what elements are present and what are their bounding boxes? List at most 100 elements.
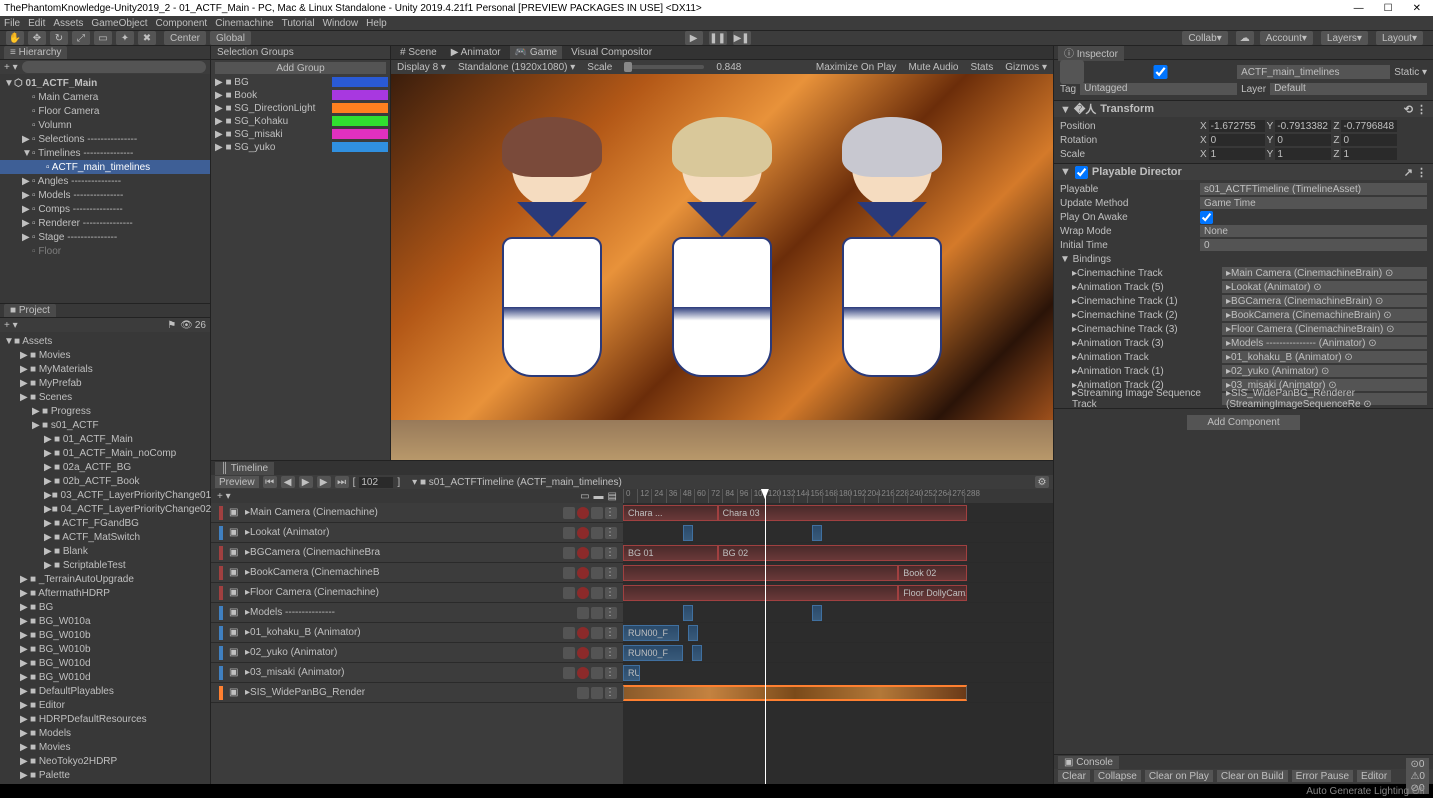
tl-edit-mode-2[interactable]: ▬ (594, 491, 604, 502)
custom-tool[interactable]: ✖ (138, 31, 156, 45)
scene-root[interactable]: ▼⬡ 01_ACTF_Main (0, 76, 210, 90)
timeline-track[interactable]: ▣▸Models ---------------⋮ (211, 603, 623, 623)
project-item[interactable]: ▶■ BG (0, 600, 210, 614)
timeline-track[interactable]: ▣▸Main Camera (Cinemachine)⋮ (211, 503, 623, 523)
director-play-on-awake[interactable] (1200, 211, 1213, 224)
binding-field[interactable]: ▸Models --------------- (Animator) ⊙ (1222, 337, 1427, 349)
menu-tutorial[interactable]: Tutorial (282, 18, 315, 29)
mute-toggle[interactable]: Mute Audio (908, 62, 958, 73)
hierarchy-search[interactable] (22, 61, 206, 73)
binding-field[interactable]: ▸02_yuko (Animator) ⊙ (1222, 365, 1427, 377)
layers-dropdown[interactable]: Layers ▾ (1321, 31, 1368, 45)
project-root[interactable]: ▼■ Assets (0, 334, 210, 348)
timeline-track[interactable]: ▣▸Floor Camera (Cinemachine)⋮ (211, 583, 623, 603)
add-track-button[interactable]: + ▾ (217, 491, 231, 502)
timeline-clip[interactable] (623, 585, 898, 601)
console-error-pause[interactable]: Error Pause (1292, 770, 1353, 782)
timeline-clip[interactable]: RUN00_F (623, 645, 683, 661)
timeline-clip[interactable]: RUN00_F (623, 665, 640, 681)
window-maximize[interactable]: ☐ (1384, 3, 1393, 14)
selection-group-item[interactable]: ▶ ■ BG (211, 76, 390, 89)
timeline-track[interactable]: ▣▸SIS_WidePanBG_Render⋮ (211, 683, 623, 703)
tl-frame-input[interactable] (359, 477, 393, 488)
hand-tool[interactable]: ✋ (6, 31, 24, 45)
project-item[interactable]: ▶■ Progress (0, 404, 210, 418)
project-item[interactable]: ▶■ 01_ACTF_Main_noComp (0, 446, 210, 460)
cloud-icon[interactable]: ☁ (1236, 31, 1254, 45)
timeline-track[interactable]: ▣▸03_misaki (Animator)⋮ (211, 663, 623, 683)
binding-field[interactable]: ▸Lookat (Animator) ⊙ (1222, 281, 1427, 293)
menu-gameobject[interactable]: GameObject (91, 18, 147, 29)
hierarchy-item[interactable]: ▫ Main Camera (0, 90, 210, 104)
timeline-clip[interactable] (683, 605, 693, 621)
project-filter-icon[interactable]: ⚑ (167, 320, 176, 331)
menu-cinemachine[interactable]: Cinemachine (215, 18, 273, 29)
rect-tool[interactable]: ▭ (94, 31, 112, 45)
project-item[interactable]: ▶■ Scenes (0, 390, 210, 404)
tl-edit-mode-3[interactable]: ▤ (608, 491, 617, 502)
binding-field[interactable]: ▸BookCamera (CinemachineBrain) ⊙ (1222, 309, 1427, 321)
hierarchy-item[interactable]: ▶▫ Stage --------------- (0, 230, 210, 244)
project-item[interactable]: ▶■ Models (0, 726, 210, 740)
window-close[interactable]: ✕ (1413, 3, 1421, 14)
timeline-clip[interactable]: BG 01 (623, 545, 718, 561)
timeline-clip[interactable] (683, 525, 693, 541)
timeline-track[interactable]: ▣▸02_yuko (Animator)⋮ (211, 643, 623, 663)
timeline-clip[interactable]: Book 02 (898, 565, 967, 581)
selection-group-item[interactable]: ▶ ■ Book (211, 89, 390, 102)
director-initial-time[interactable]: 0 (1200, 239, 1427, 251)
timeline-clip[interactable] (812, 525, 822, 541)
collab-dropdown[interactable]: Collab ▾ (1182, 31, 1227, 45)
scale-z[interactable] (1341, 148, 1397, 160)
project-item[interactable]: ▶■ Movies (0, 348, 210, 362)
transform-tool[interactable]: ✦ (116, 31, 134, 45)
binding-field[interactable]: ▸BGCamera (CinemachineBrain) ⊙ (1222, 295, 1427, 307)
rotation-y[interactable] (1275, 134, 1331, 146)
timeline-clip[interactable] (812, 605, 822, 621)
project-item[interactable]: ▶■ ACTF_MatSwitch (0, 530, 210, 544)
project-item[interactable]: ▶■ DefaultPlayables (0, 684, 210, 698)
inspector-tab[interactable]: ⓘ Inspector (1058, 46, 1124, 61)
tl-prev[interactable]: ◀ (281, 476, 295, 488)
binding-field[interactable]: ▸Main Camera (CinemachineBrain) ⊙ (1222, 267, 1427, 279)
project-item[interactable]: ▶■ Blank (0, 544, 210, 558)
director-wrap-mode[interactable]: None (1200, 225, 1427, 237)
project-item[interactable]: ▶■ 01_ACTF_Main (0, 432, 210, 446)
tag-dropdown[interactable]: Untagged (1080, 83, 1237, 95)
hierarchy-item[interactable]: ▶▫ Renderer --------------- (0, 216, 210, 230)
console-tab[interactable]: ▣ Console (1058, 756, 1119, 769)
timeline-clip[interactable]: RUN00_F (623, 625, 679, 641)
timeline-clip[interactable]: Chara ... (623, 505, 718, 521)
scale-y[interactable] (1275, 148, 1331, 160)
timeline-clip[interactable]: BG 02 (718, 545, 967, 561)
hierarchy-tab[interactable]: ≡ Hierarchy (4, 46, 67, 59)
hierarchy-item[interactable]: ▫ Volumn (0, 118, 210, 132)
console-clear-on-play[interactable]: Clear on Play (1145, 770, 1213, 782)
hierarchy-item[interactable]: ▶▫ Comps --------------- (0, 202, 210, 216)
project-item[interactable]: ▶■ BG_W010b (0, 628, 210, 642)
project-item[interactable]: ▶■ BG_W010b (0, 642, 210, 656)
hierarchy-item[interactable]: ▶▫ Angles --------------- (0, 174, 210, 188)
project-tab[interactable]: ■ Project (4, 304, 56, 317)
project-item[interactable]: ▶■ MyPrefab (0, 376, 210, 390)
gameobject-name-field[interactable] (1237, 65, 1390, 79)
menu-window[interactable]: Window (323, 18, 359, 29)
project-item[interactable]: ▶■ BG_W010d (0, 656, 210, 670)
account-dropdown[interactable]: Account ▾ (1260, 31, 1313, 45)
console-editor[interactable]: Editor (1357, 770, 1391, 782)
maximize-toggle[interactable]: Maximize On Play (816, 62, 897, 73)
menu-component[interactable]: Component (156, 18, 208, 29)
scale-slider[interactable] (624, 65, 704, 69)
selection-group-item[interactable]: ▶ ■ SG_DirectionLight (211, 102, 390, 115)
space-toggle[interactable]: Global (210, 31, 251, 45)
gameobject-icon[interactable] (1060, 60, 1084, 84)
scale-x[interactable] (1209, 148, 1265, 160)
project-hidden-icon[interactable]: 👁 (180, 320, 193, 331)
playable-director-header[interactable]: ▼ Playable Director↗ ⋮ (1054, 164, 1433, 180)
move-tool[interactable]: ✥ (28, 31, 46, 45)
binding-field[interactable]: ▸Floor Camera (CinemachineBrain) ⊙ (1222, 323, 1427, 335)
timeline-track[interactable]: ▣▸01_kohaku_B (Animator)⋮ (211, 623, 623, 643)
layer-dropdown[interactable]: Default (1270, 83, 1427, 95)
static-dropdown[interactable]: Static ▾ (1394, 67, 1427, 78)
project-item[interactable]: ▶■ Editor (0, 698, 210, 712)
